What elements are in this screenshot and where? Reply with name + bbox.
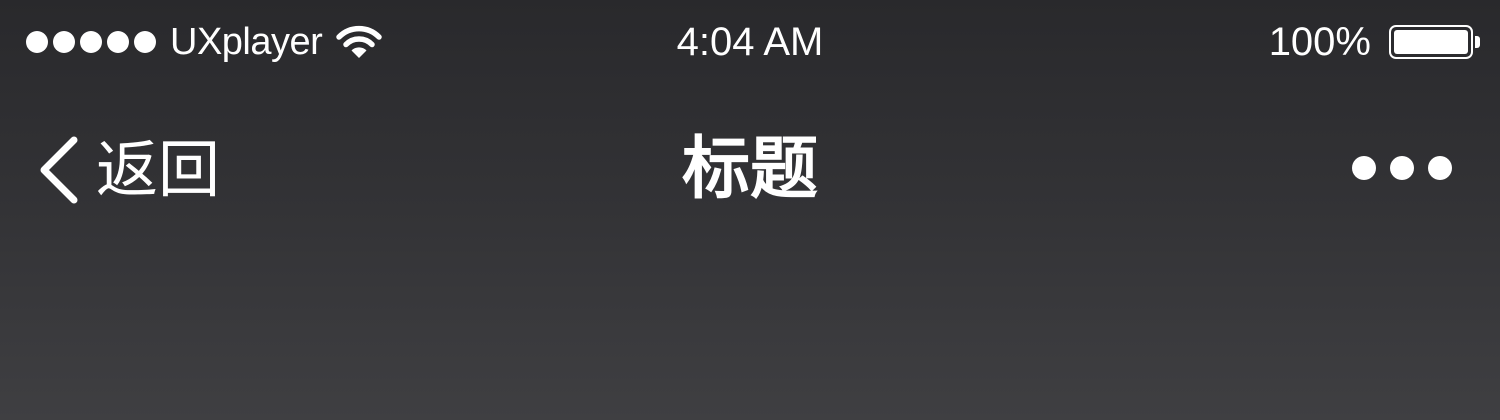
more-horizontal-icon [1352, 156, 1376, 180]
navigation-bar: 返回 标题 [0, 100, 1500, 240]
battery-fill [1394, 30, 1468, 54]
battery-percentage: 100% [1268, 20, 1371, 64]
page-title: 标题 [681, 130, 818, 209]
more-horizontal-icon [1390, 156, 1414, 180]
battery-status: 100% [1269, 18, 1480, 66]
battery-body [1389, 25, 1473, 59]
more-horizontal-icon [1428, 156, 1452, 180]
battery-tip [1475, 36, 1480, 48]
battery-icon [1389, 25, 1480, 59]
more-button[interactable] [1352, 144, 1452, 192]
status-bar: UXplayer 4:04 AM 100% [0, 0, 1500, 84]
